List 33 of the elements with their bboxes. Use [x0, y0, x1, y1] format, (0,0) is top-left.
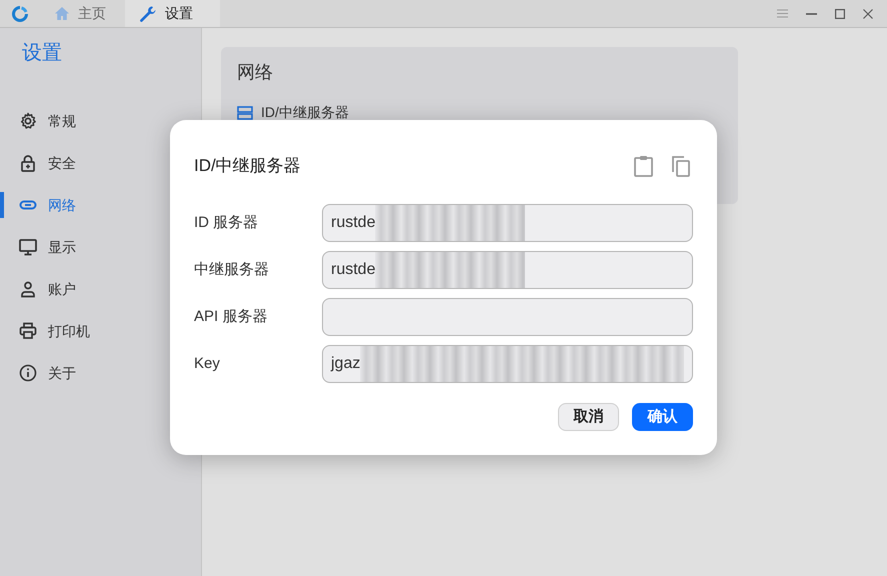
- wrench-icon: [139, 4, 157, 22]
- maximize-icon[interactable]: [835, 8, 845, 18]
- cancel-button[interactable]: 取消: [558, 403, 619, 431]
- sidebar-item[interactable]: 常规: [0, 100, 201, 142]
- clipboard-icon[interactable]: [634, 155, 653, 177]
- tab[interactable]: 主页: [40, 0, 125, 27]
- dialog-title: ID/中继服务器: [194, 155, 301, 178]
- home-icon: [54, 6, 70, 21]
- tab[interactable]: 设置: [125, 0, 220, 27]
- input-field[interactable]: [322, 298, 693, 336]
- menu-icon[interactable]: [777, 9, 788, 18]
- input-field[interactable]: rustde: [322, 251, 693, 289]
- field-label: Key: [194, 354, 221, 374]
- monitor-icon: [19, 238, 37, 256]
- close-icon[interactable]: [863, 8, 873, 18]
- field-label: 中继服务器: [194, 260, 270, 280]
- field-label: API 服务器: [194, 306, 268, 327]
- lock-icon: [19, 154, 37, 172]
- copy-icon[interactable]: [671, 155, 691, 177]
- server-icon: [237, 106, 253, 120]
- minimize-icon[interactable]: [806, 12, 817, 14]
- confirm-button[interactable]: 确认: [632, 403, 693, 431]
- sidebar-title: 设置: [22, 41, 62, 66]
- server-setting-link[interactable]: ID/中继服务器: [261, 102, 349, 123]
- input-field[interactable]: jgaz: [322, 345, 693, 383]
- person-icon: [19, 280, 37, 298]
- gear-icon: [19, 112, 37, 130]
- app-logo-icon: [12, 6, 28, 22]
- printer-icon: [19, 322, 37, 340]
- card-title: 网络: [237, 61, 273, 84]
- info-icon: [19, 364, 37, 382]
- field-label: ID 服务器: [194, 212, 260, 233]
- input-field[interactable]: rustde: [322, 204, 693, 242]
